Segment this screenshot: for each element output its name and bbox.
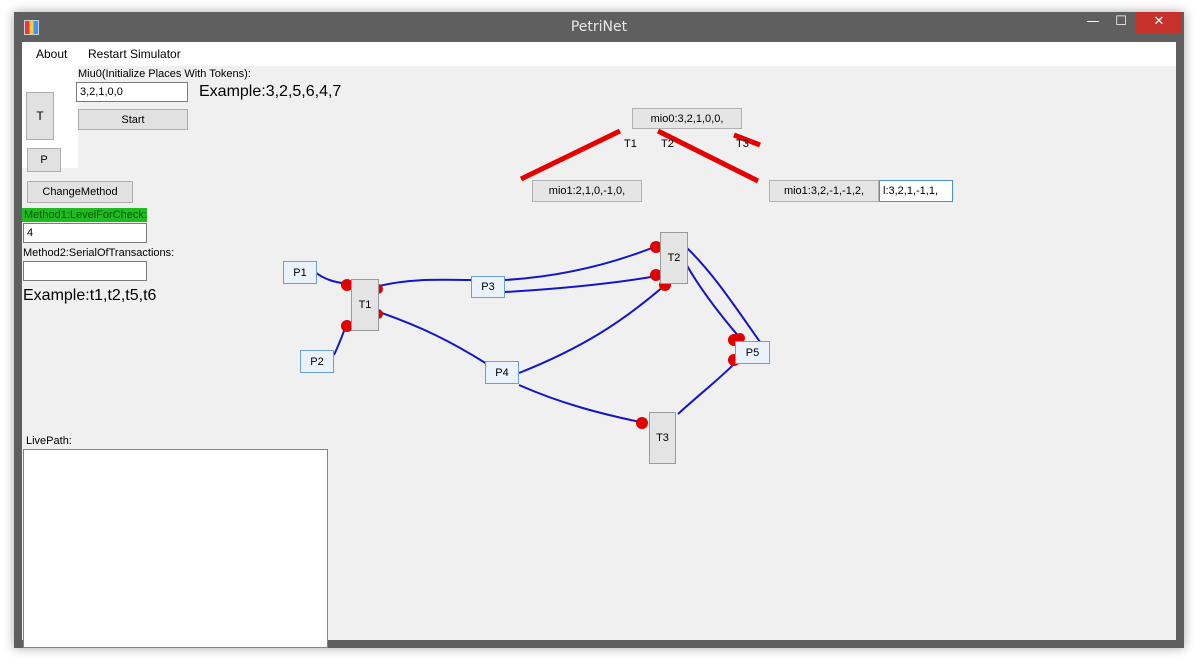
- arcs: [314, 245, 761, 423]
- arc-t2-p5-a: [685, 246, 761, 343]
- reachability-tree-edges: [519, 128, 761, 184]
- place-p4[interactable]: P4: [485, 361, 519, 384]
- client-area: About Restart Simulator T P Miu0(Initial…: [22, 42, 1176, 648]
- arc-t1-p3: [378, 278, 473, 287]
- transition-t1[interactable]: T1: [351, 279, 379, 331]
- transition-t2[interactable]: T2: [660, 232, 688, 284]
- tree-node-root[interactable]: mio0:3,2,1,0,0,: [632, 108, 742, 129]
- place-p5[interactable]: P5: [735, 341, 770, 364]
- window-title: PetriNet: [570, 19, 628, 35]
- close-button[interactable]: ✕: [1136, 12, 1182, 33]
- maximize-button[interactable]: ☐: [1108, 12, 1134, 33]
- arc-p3-t2-top: [504, 245, 658, 281]
- minimize-button[interactable]: —: [1080, 12, 1106, 33]
- net-canvas: [314, 128, 761, 429]
- tree-node-child1[interactable]: mio1:2,1,0,-1,0,: [532, 180, 642, 202]
- tree-node-child2[interactable]: mio1:3,2,-1,-1,2,: [769, 180, 879, 202]
- transition-t3[interactable]: T3: [649, 412, 676, 464]
- tree-edge-label-t1: T1: [624, 138, 637, 150]
- place-p1[interactable]: P1: [283, 261, 317, 284]
- tree-edge-label-t2: T2: [661, 138, 674, 150]
- tree-edge-t1: [519, 128, 622, 182]
- arc-p4-t2: [518, 285, 665, 374]
- place-p2[interactable]: P2: [300, 350, 334, 373]
- port: [636, 417, 648, 429]
- arc-p4-t3: [518, 384, 641, 423]
- place-p3[interactable]: P3: [471, 276, 505, 298]
- title-bar[interactable]: PetriNet — ☐ ✕: [14, 12, 1184, 42]
- app-window: PetriNet — ☐ ✕ About Restart Simulator T…: [14, 12, 1184, 648]
- arc-t3-p5: [677, 359, 739, 415]
- tree-node-child3[interactable]: l:3,2,1,-1,1,: [879, 180, 953, 202]
- arc-t1-p4: [378, 311, 488, 365]
- tree-edge-label-t3: T3: [736, 138, 749, 150]
